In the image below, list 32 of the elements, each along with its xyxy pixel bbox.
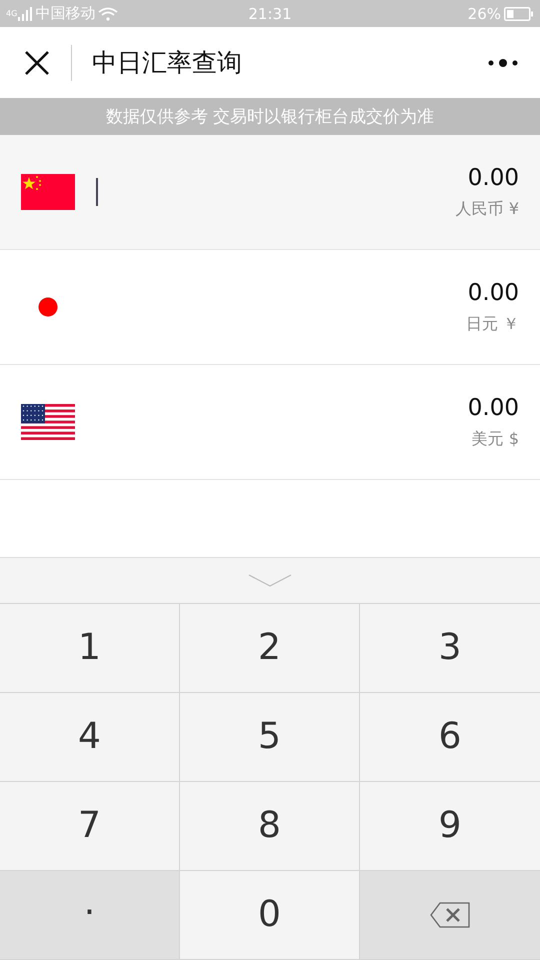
keypad-key[interactable]: 2: [180, 604, 360, 693]
keypad-key[interactable]: .: [0, 871, 180, 960]
amount-value: 0.00: [468, 164, 519, 190]
chevron-down-icon: [248, 574, 292, 588]
backspace-icon: [430, 902, 470, 928]
text-cursor: [96, 178, 98, 206]
carrier-name: 中国移动: [35, 4, 96, 23]
notice-text: 数据仅供参考 交易时以银行柜台成交价为准: [106, 106, 434, 128]
currency-row[interactable]: 0.00 人民币 ¥: [0, 135, 540, 250]
keypad-key[interactable]: 8: [180, 782, 360, 871]
signal-icon: [18, 6, 32, 20]
close-icon[interactable]: [24, 50, 50, 76]
page-title: 中日汇率查询: [92, 47, 243, 79]
keypad-key[interactable]: 0: [180, 871, 360, 960]
network-label: 4G: [6, 9, 18, 18]
amount-value: 0.00: [468, 280, 519, 306]
flag-icon: [38, 298, 58, 316]
keypad-key[interactable]: 4: [0, 693, 180, 782]
wifi-icon: [98, 6, 118, 20]
keypad-key[interactable]: 1: [0, 604, 180, 693]
clock-time: 21:31: [248, 4, 292, 22]
currency-name: 日元 ￥: [466, 314, 519, 334]
keypad-key[interactable]: 5: [180, 693, 360, 782]
currency-name: 美元 $: [472, 428, 519, 450]
flag-icon: [21, 404, 75, 440]
amount-value: 0.00: [468, 394, 519, 420]
more-icon[interactable]: [488, 58, 518, 68]
keypad-key[interactable]: 7: [0, 782, 180, 871]
battery-percent: 26%: [468, 4, 501, 22]
currency-name: 人民币 ¥: [456, 198, 519, 220]
flag-icon: [21, 174, 75, 210]
battery-icon: [504, 6, 534, 20]
